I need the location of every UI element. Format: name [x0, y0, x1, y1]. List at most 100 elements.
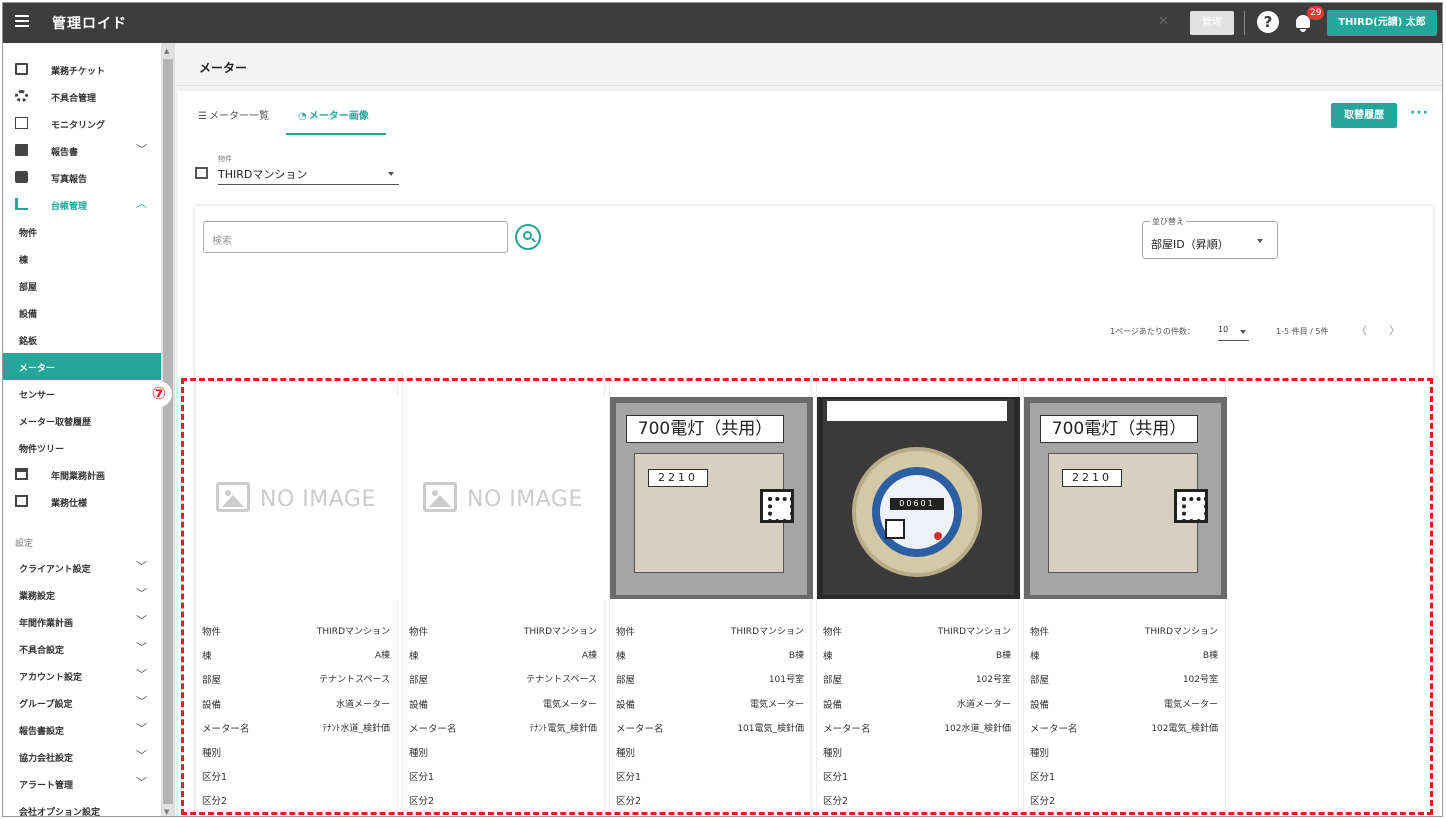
chevron-down-icon: ﹀	[136, 614, 147, 627]
sort-select[interactable]: 並び替え 部屋ID（昇順）	[1142, 216, 1278, 259]
camera-icon	[15, 171, 28, 183]
sidebar-item-tickets[interactable]: 業務チケット	[3, 56, 161, 83]
sidebar-setting-account[interactable]: アカウント設定 ﹀	[3, 662, 161, 689]
field-label: 設備	[1030, 699, 1050, 711]
sidebar-subitem-room[interactable]: 部屋	[3, 272, 161, 299]
field-label: メーター名	[409, 723, 457, 735]
field-value: THIRDマンション	[937, 627, 1011, 637]
sidebar-setting-group[interactable]: グループ設定 ﹀	[3, 689, 161, 716]
sidebar-subitem-equipment[interactable]: 設備	[3, 299, 161, 326]
electric-meter-photo[interactable]: 700電灯（共用） 2210	[1024, 397, 1227, 599]
field-row: 区分1	[1030, 769, 1218, 793]
mute-icon[interactable]: ✕	[1158, 14, 1169, 29]
sidebar-subitem-property-tree[interactable]: 物件ツリー	[3, 434, 161, 461]
field-value: 102号室	[975, 675, 1011, 686]
field-row: 設備 電気メーター	[409, 697, 597, 721]
replacement-history-button[interactable]: 取替履歴	[1331, 103, 1397, 128]
field-value: 102水道_検針価	[944, 723, 1011, 734]
field-row: 物件 THIRDマンション	[409, 624, 597, 648]
sidebar-setting-alert[interactable]: アラート管理 ﹀	[3, 770, 161, 797]
sidebar-subitem-building[interactable]: 棟	[3, 245, 161, 272]
list-box-icon	[15, 63, 28, 75]
water-meter-photo[interactable]: 00601	[817, 397, 1020, 599]
settings-heading: 設定	[15, 539, 34, 549]
scroll-thumb[interactable]	[163, 59, 173, 804]
field-label: 棟	[1030, 651, 1040, 663]
field-row: 区分2	[823, 793, 1011, 816]
sidebar-subitem-property[interactable]: 物件	[3, 218, 161, 245]
sidebar-setting-partner[interactable]: 協力会社設定 ﹀	[3, 743, 161, 770]
image-icon	[423, 482, 457, 512]
field-value: ﾃﾅﾝﾄ電気_検針価	[529, 723, 597, 734]
scroll-down-icon[interactable]: ▼	[164, 808, 169, 816]
sidebar-item-photo-reports[interactable]: 写真報告	[3, 164, 161, 191]
sidebar-setting-report[interactable]: 報告書設定 ﹀	[3, 716, 161, 743]
sort-select-label: 並び替え	[1150, 216, 1186, 227]
sidebar-item-spec[interactable]: 業務仕様	[3, 488, 161, 515]
field-row: 設備 水道メーター	[823, 697, 1011, 721]
field-value: THIRDマンション	[523, 627, 597, 637]
chevron-down-icon: ﹀	[136, 668, 147, 681]
field-label: 物件	[616, 627, 636, 638]
sidebar-setting-annual-work[interactable]: 年間作業計画 ﹀	[3, 608, 161, 635]
sidebar-setting-options[interactable]: 会社オプション設定	[3, 797, 161, 816]
tab-meter-list[interactable]: ☰ メーター一覧	[198, 107, 280, 135]
tab-meter-images[interactable]: ◔ メーター画像	[286, 107, 386, 135]
field-value: テナントスペース	[526, 675, 597, 686]
field-row: 部屋 102号室	[823, 672, 1011, 696]
sidebar-item-label: 棟	[19, 256, 29, 266]
field-label: 物件	[202, 627, 222, 638]
property-select[interactable]: THIRDマンション	[218, 166, 399, 185]
meter-card[interactable]: NO IMAGE 物件 THIRDマンション 棟 A棟 部屋 テナントスペース 設備 水…	[195, 371, 399, 816]
field-value: THIRDマンション	[316, 627, 390, 637]
sidebar-item-defects[interactable]: 不具合管理	[3, 83, 161, 110]
sidebar-scrollbar[interactable]: ▲ ▼	[161, 43, 175, 816]
field-value: B棟	[1202, 651, 1218, 662]
electric-meter-photo[interactable]: 700電灯（共用） 2210	[610, 397, 813, 599]
meter-card[interactable]: 700電灯（共用） 2210 物件 THIRDマンション 棟 B棟 部屋 101号室 …	[609, 371, 813, 816]
sidebar-item-label: 業務設定	[19, 592, 56, 602]
sidebar-setting-work[interactable]: 業務設定 ﹀	[3, 581, 161, 608]
sidebar-item-reports[interactable]: 報告書 ﹀	[3, 137, 161, 164]
sidebar-subitem-meter-history[interactable]: メーター取替履歴	[3, 407, 161, 434]
sidebar-item-label: グループ設定	[19, 700, 73, 710]
chevron-down-icon: ﹀	[136, 776, 147, 789]
sidebar-subitem-nameplate[interactable]: 銘板	[3, 326, 161, 353]
field-row: 設備 水道メーター	[202, 697, 390, 721]
more-options-icon[interactable]: ···	[1410, 105, 1429, 121]
admin-button[interactable]: 管理	[1190, 11, 1234, 35]
sidebar-subitem-sensor[interactable]: センサー	[3, 380, 161, 407]
user-menu-button[interactable]: THIRD(元請) 太郎	[1327, 10, 1437, 36]
help-icon[interactable]: ?	[1257, 11, 1279, 33]
app-title: 管理ロイド	[52, 16, 127, 32]
meter-card[interactable]: 700電灯（共用） 2210 物件 THIRDマンション 棟 B棟 部屋 102号室 …	[1023, 371, 1227, 816]
field-value: 101電気_検針価	[737, 723, 804, 734]
sidebar-item-annual-plan[interactable]: 年間業務計画	[3, 461, 161, 488]
field-label: メーター名	[202, 723, 250, 735]
hamburger-menu-icon[interactable]	[15, 15, 29, 29]
per-page-select[interactable]: 10	[1218, 322, 1249, 341]
field-label: 物件	[1030, 627, 1050, 638]
sidebar-item-label: 年間業務計画	[51, 472, 106, 482]
search-input[interactable]: 検索	[203, 221, 508, 253]
search-button[interactable]	[515, 224, 541, 250]
next-page-icon[interactable]: 〉	[1389, 322, 1400, 338]
field-row: メーター名 ﾃﾅﾝﾄ電気_検針価	[409, 721, 597, 745]
chevron-down-icon: ﹀	[136, 722, 147, 735]
sidebar-item-monitoring[interactable]: モニタリング	[3, 110, 161, 137]
prev-page-icon[interactable]: 〈	[1356, 322, 1367, 338]
sidebar-setting-client[interactable]: クライアント設定 ﹀	[3, 554, 161, 581]
calendar-icon	[15, 468, 28, 480]
sidebar-item-ledger[interactable]: 台帳管理 ︿	[3, 191, 161, 218]
field-row: 部屋 テナントスペース	[202, 672, 390, 696]
field-row: 区分1	[823, 769, 1011, 793]
meter-card[interactable]: 00601 物件 THIRDマンション 棟 B棟 部屋 102号室 設備 水道メーター …	[816, 371, 1020, 816]
field-row: 区分1	[202, 769, 390, 793]
sidebar-setting-defect[interactable]: 不具合設定 ﹀	[3, 635, 161, 662]
chevron-up-icon: ︿	[136, 197, 147, 210]
meter-card[interactable]: NO IMAGE 物件 THIRDマンション 棟 A棟 部屋 テナントスペース 設備 電…	[402, 371, 606, 816]
sidebar-item-label: センサー	[19, 391, 56, 401]
scroll-up-icon[interactable]: ▲	[164, 47, 169, 55]
sidebar-subitem-meter[interactable]: メーター	[3, 353, 161, 380]
field-row: 棟 A棟	[202, 648, 390, 672]
